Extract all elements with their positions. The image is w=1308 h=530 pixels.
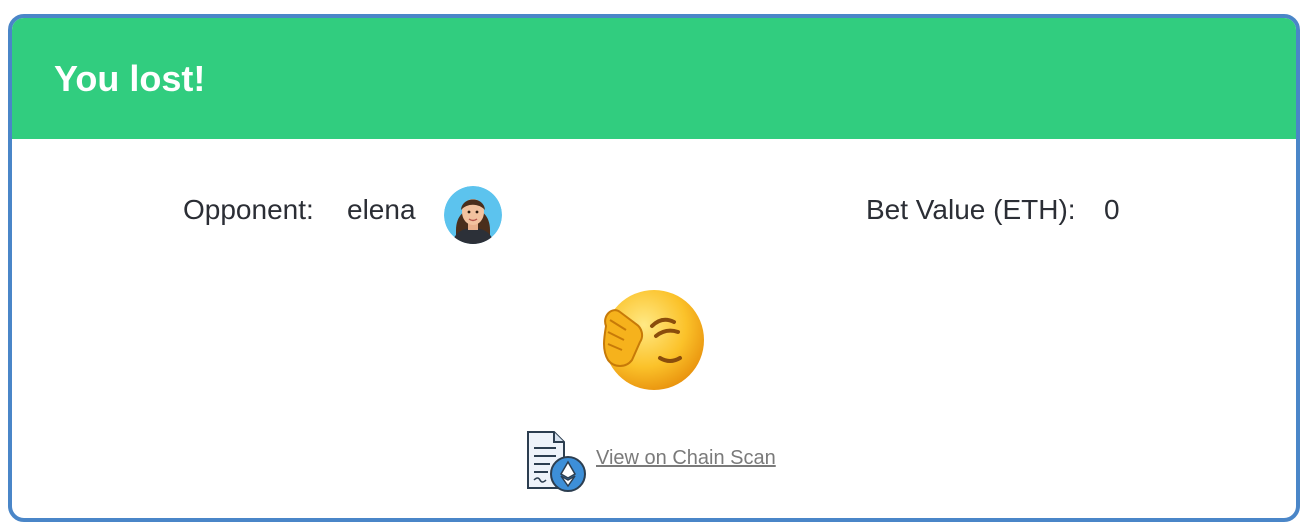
opponent-label: Opponent: — [183, 194, 314, 225]
result-dialog: You lost! Opponent: elena Bet Value (ETH… — [8, 14, 1300, 522]
opponent-name: elena — [347, 194, 416, 225]
bet-value: 0 — [1104, 194, 1120, 225]
woman-avatar-icon — [444, 186, 502, 244]
view-on-chain-scan-link[interactable]: View on Chain Scan — [596, 447, 776, 470]
ethereum-document-icon[interactable] — [522, 430, 588, 492]
facepalm-emoji-icon — [596, 286, 706, 396]
bet-value-label: Bet Value (ETH): — [866, 194, 1076, 225]
dialog-header: You lost! — [12, 18, 1296, 139]
dialog-title: You lost! — [54, 58, 206, 99]
